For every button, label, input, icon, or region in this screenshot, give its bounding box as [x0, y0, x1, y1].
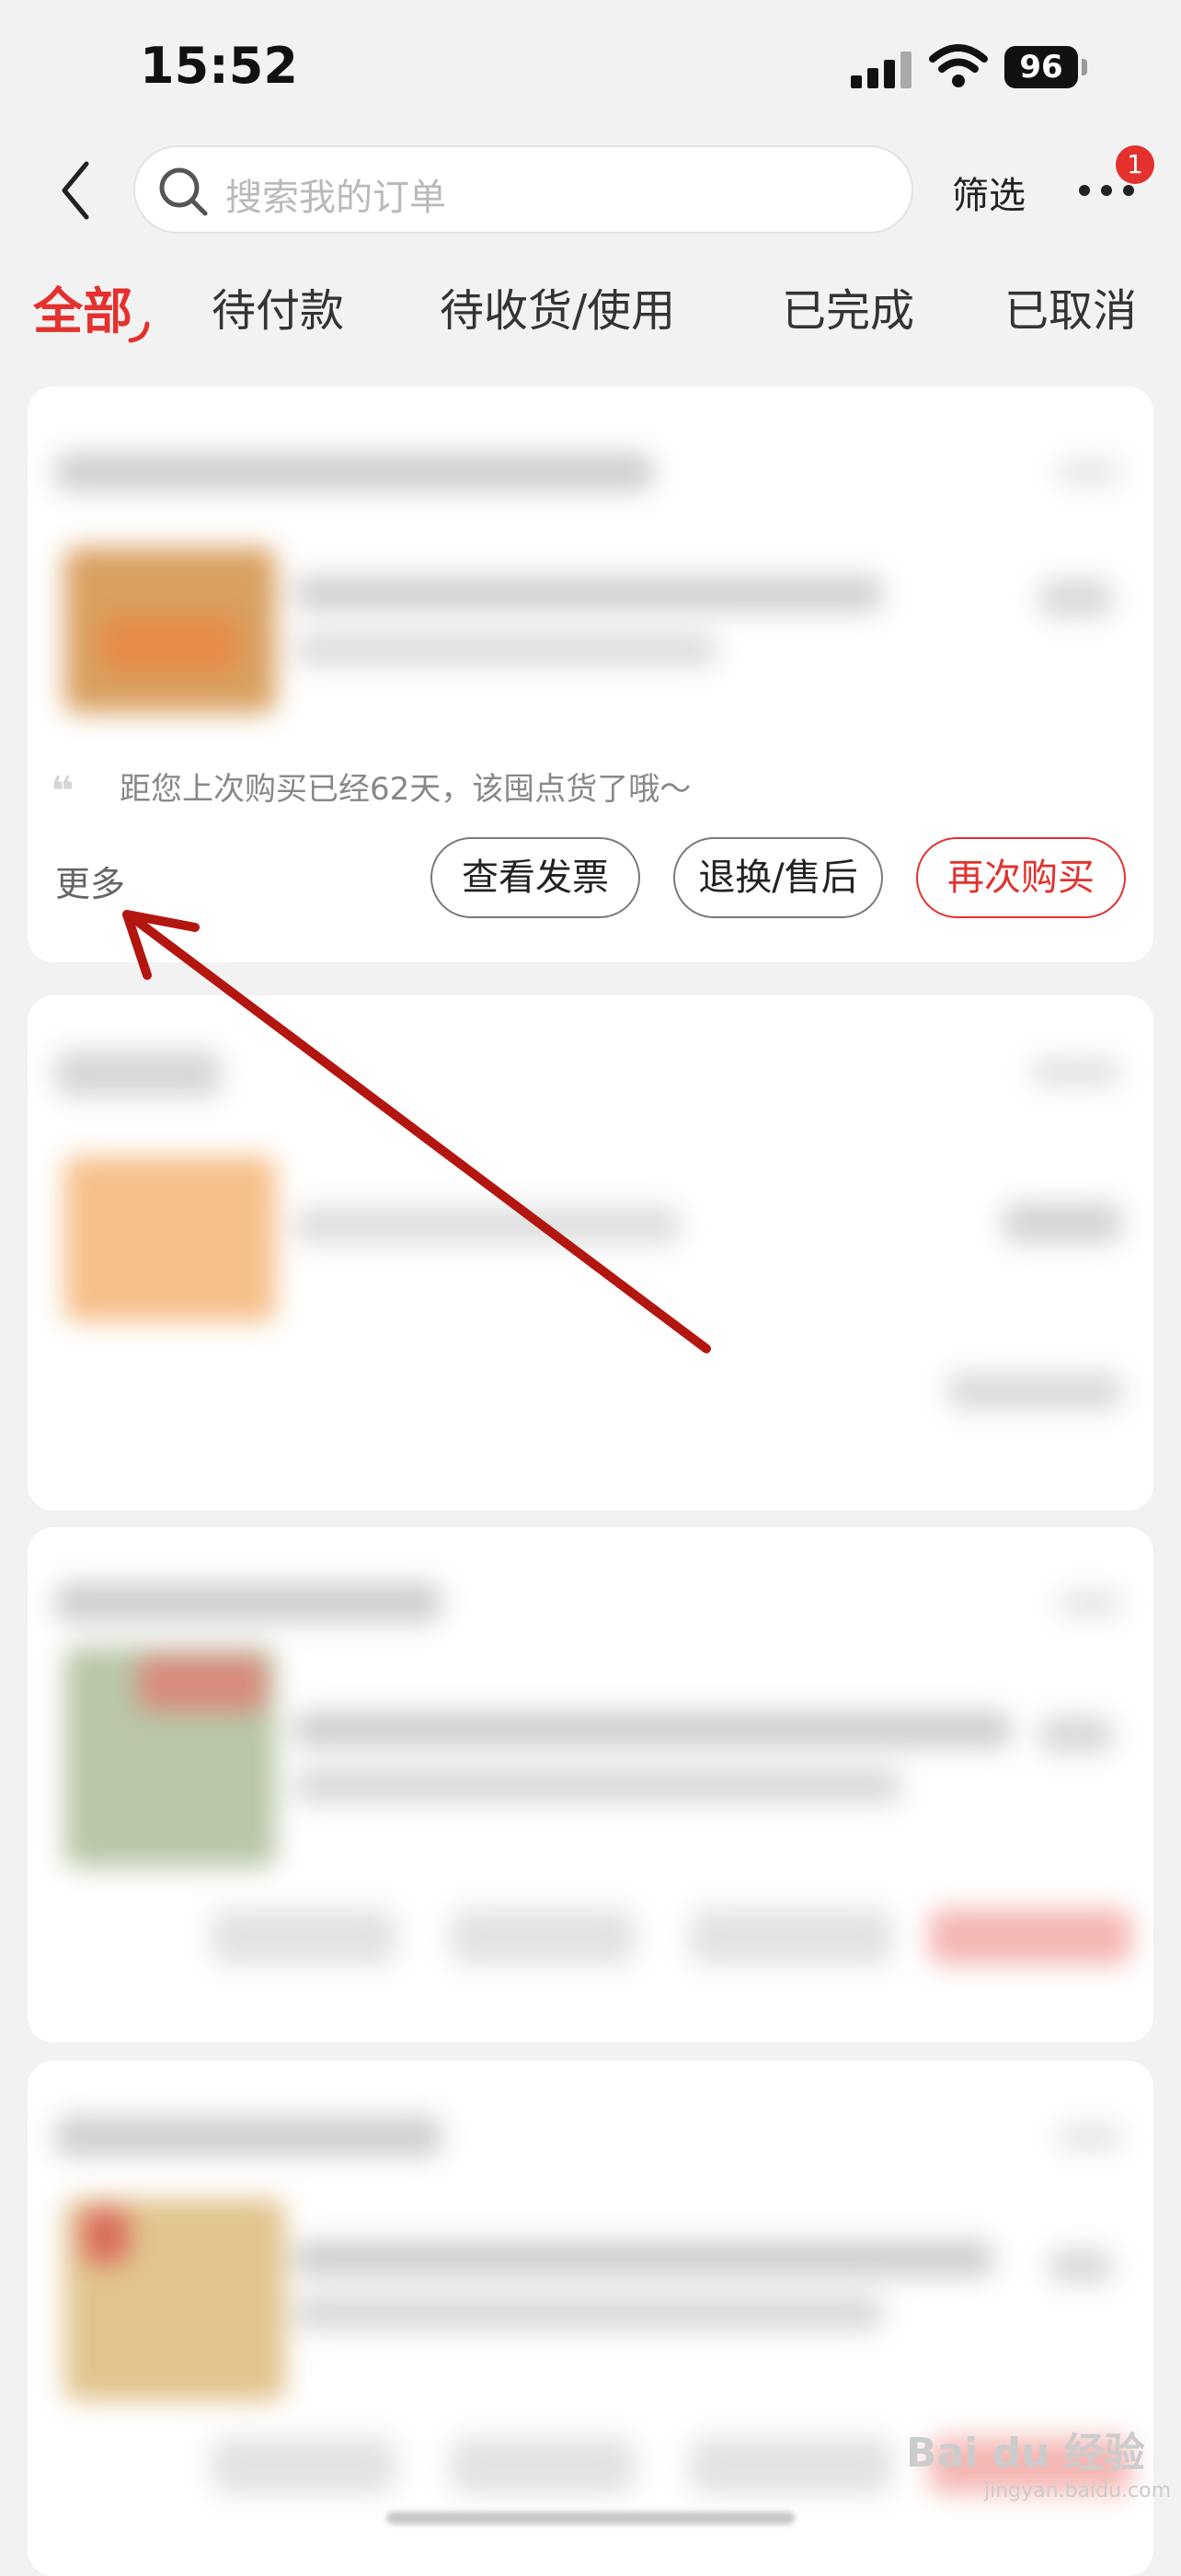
blurred-order-content: [28, 995, 1153, 1511]
order-card-blurred: [28, 1527, 1153, 2042]
battery-tip: [1082, 59, 1087, 75]
blurred-order-content: [28, 1527, 1153, 2042]
buy-again-button[interactable]: 再次购买: [916, 837, 1126, 918]
battery-indicator: 96: [1004, 46, 1078, 88]
notification-badge: 1: [1116, 145, 1154, 184]
tab-pending-payment[interactable]: 待付款: [212, 274, 344, 339]
status-bar: 15:52 96: [0, 0, 1181, 138]
cellular-signal-icon: [851, 52, 912, 88]
more-link[interactable]: 更多: [55, 856, 125, 906]
search-icon: [159, 167, 208, 216]
search-input[interactable]: 搜索我的订单: [133, 145, 913, 234]
order-card-blurred: [28, 995, 1153, 1511]
view-invoice-button[interactable]: 查看发票: [430, 837, 640, 918]
baidu-watermark-url: jingyan.baidu.com: [984, 2479, 1172, 2502]
return-service-button[interactable]: 退换/售后: [673, 837, 883, 918]
tab-all[interactable]: 全部: [33, 270, 132, 343]
wifi-icon: [929, 44, 988, 87]
status-time: 15:52: [140, 37, 298, 95]
tab-completed[interactable]: 已完成: [782, 274, 914, 339]
repurchase-tip: 距您上次购买已经62天，该囤点货了哦～: [120, 771, 692, 808]
back-arrow-icon[interactable]: [57, 158, 94, 223]
tab-pending-receipt[interactable]: 待收货/使用: [440, 274, 675, 339]
baidu-watermark: Bai du 经验: [906, 2430, 1145, 2477]
tab-cancelled[interactable]: 已取消: [1004, 274, 1137, 339]
tab-active-indicator: [128, 321, 150, 343]
quote-icon: ❝: [51, 768, 75, 815]
search-placeholder: 搜索我的订单: [225, 177, 446, 219]
home-indicator[interactable]: [386, 2512, 795, 2524]
filter-button[interactable]: 筛选: [952, 166, 1026, 219]
